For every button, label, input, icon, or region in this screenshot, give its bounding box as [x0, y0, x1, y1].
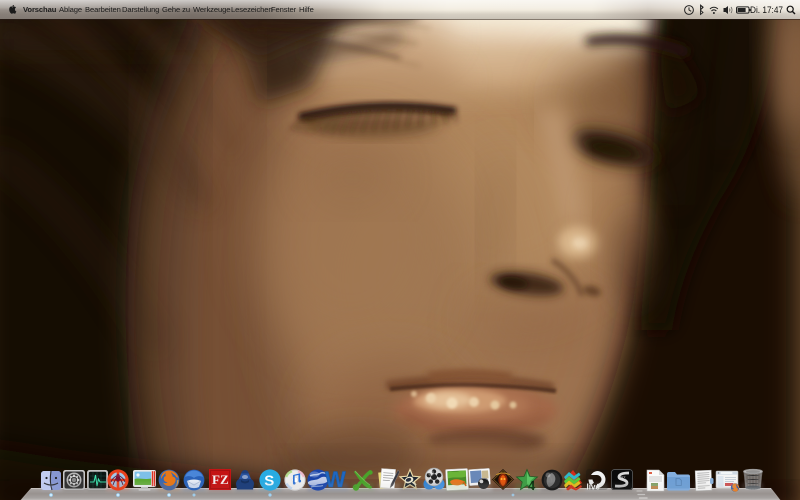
- svg-text:MAX: MAX: [618, 476, 626, 480]
- svg-text:Di. 17:47: Di. 17:47: [750, 5, 783, 15]
